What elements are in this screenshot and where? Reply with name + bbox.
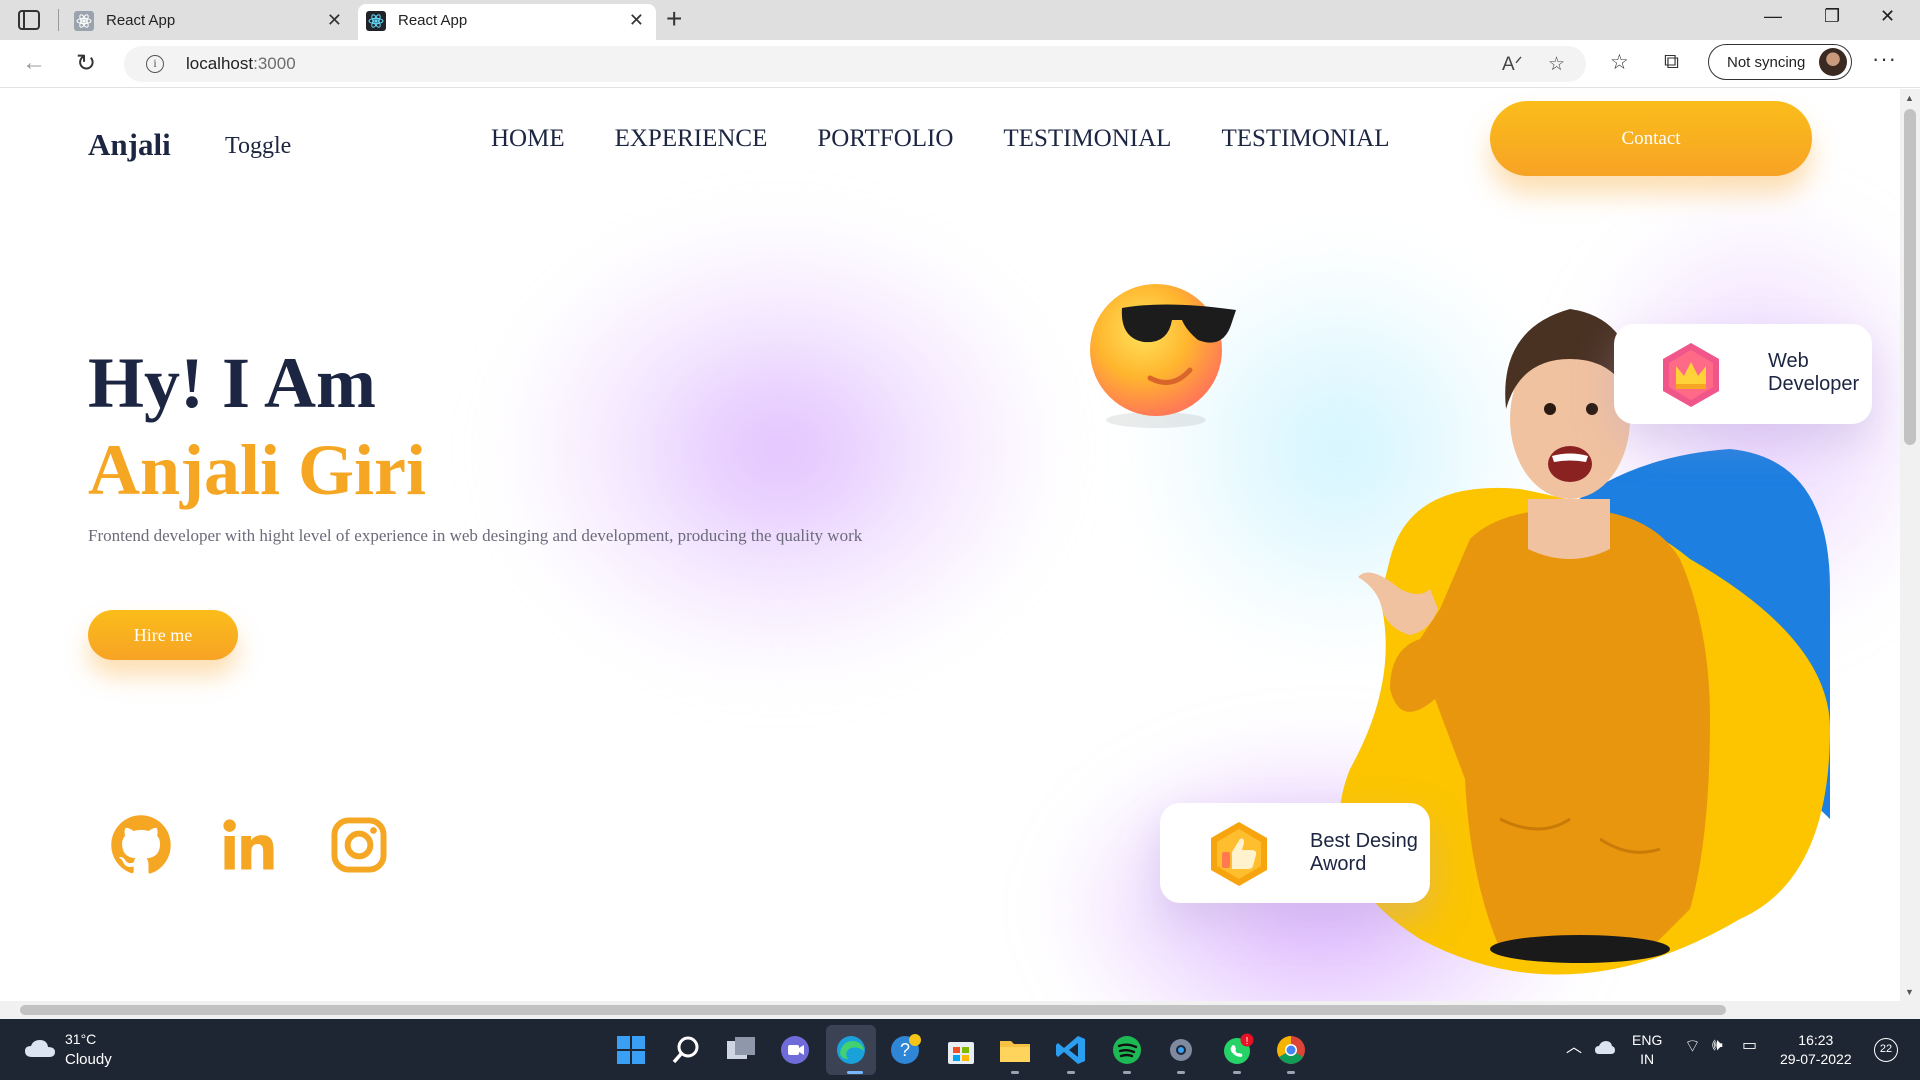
minimize-icon[interactable]: — bbox=[1764, 6, 1782, 27]
badge-subtitle: Developer bbox=[1768, 373, 1860, 395]
search-icon[interactable] bbox=[670, 1033, 704, 1067]
file-explorer-icon[interactable] bbox=[998, 1033, 1032, 1067]
tab-title: React App bbox=[398, 12, 468, 29]
running-indicator bbox=[1067, 1071, 1075, 1074]
onedrive-cloud-icon[interactable] bbox=[1594, 1039, 1616, 1057]
more-options-icon[interactable]: ··· bbox=[1872, 46, 1897, 72]
whatsapp-icon[interactable]: ! bbox=[1220, 1033, 1254, 1067]
tab-actions-icon[interactable] bbox=[18, 10, 40, 30]
page-viewport: Anjali Toggle HOME EXPERIENCE PORTFOLIO … bbox=[0, 89, 1900, 1001]
browser-tab-bar: React App ✕ React App ✕ + — ❐ ✕ bbox=[0, 0, 1920, 40]
vertical-scrollbar[interactable]: ▲ ▼ bbox=[1900, 89, 1920, 1001]
nav-testimonial[interactable]: TESTIMONIAL bbox=[1221, 125, 1389, 153]
award-badge: Best Desing Aword bbox=[1160, 803, 1430, 903]
browser-tab[interactable]: React App ✕ bbox=[66, 4, 354, 40]
spotify-icon[interactable] bbox=[1110, 1033, 1144, 1067]
os-taskbar: 31°C Cloudy ? ! ︿ ENG IN ⌔ 🕪 ▭ 16:23 29-… bbox=[0, 1019, 1920, 1080]
hire-me-button[interactable]: Hire me bbox=[88, 610, 238, 660]
react-favicon-icon bbox=[366, 11, 386, 31]
hero-description: Frontend developer with hight level of e… bbox=[88, 526, 863, 545]
web-developer-badge: Web Developer bbox=[1614, 324, 1872, 424]
weather-temperature[interactable]: 31°C bbox=[65, 1031, 96, 1047]
settings-gear-icon[interactable] bbox=[1164, 1033, 1198, 1067]
running-indicator bbox=[1123, 1071, 1131, 1074]
add-favorite-icon[interactable]: ☆ bbox=[1548, 53, 1565, 76]
cloud-icon[interactable] bbox=[24, 1038, 56, 1058]
site-logo[interactable]: Anjali bbox=[88, 127, 171, 163]
browser-tab-active[interactable]: React App ✕ bbox=[358, 4, 656, 40]
chrome-icon[interactable] bbox=[1274, 1033, 1308, 1067]
running-indicator bbox=[1177, 1071, 1185, 1074]
new-tab-icon[interactable]: + bbox=[666, 4, 682, 34]
restore-icon[interactable]: ❐ bbox=[1824, 6, 1840, 27]
sunglasses-emoji-icon bbox=[1086, 270, 1246, 430]
start-menu-icon[interactable] bbox=[614, 1033, 648, 1067]
scroll-up-icon[interactable]: ▲ bbox=[1905, 93, 1914, 103]
badge-title: Web bbox=[1768, 350, 1809, 372]
github-icon[interactable] bbox=[110, 814, 172, 876]
horizontal-scrollbar[interactable] bbox=[0, 1001, 1920, 1019]
nav-home[interactable]: HOME bbox=[491, 125, 565, 153]
browser-toolbar: ← ↻ i localhost:3000 Aᐟ ☆ ☆ ⧉ Not syncin… bbox=[0, 40, 1920, 88]
hero-name: Anjali Giri bbox=[88, 430, 426, 510]
background-blur bbox=[500, 219, 1060, 679]
badge-title: Best Desing bbox=[1310, 830, 1418, 852]
svg-text:!: ! bbox=[1246, 1036, 1249, 1047]
theme-toggle[interactable]: Toggle bbox=[225, 133, 291, 160]
task-view-icon[interactable] bbox=[724, 1033, 758, 1067]
favorites-icon[interactable]: ☆ bbox=[1610, 50, 1629, 75]
running-indicator bbox=[847, 1071, 863, 1074]
instagram-icon[interactable] bbox=[328, 814, 390, 876]
running-indicator bbox=[1011, 1071, 1019, 1074]
svg-text:?: ? bbox=[900, 1040, 910, 1060]
teams-chat-icon[interactable] bbox=[778, 1033, 812, 1067]
site-nav: HOME EXPERIENCE PORTFOLIO TESTIMONIAL TE… bbox=[491, 125, 1389, 153]
vscode-icon[interactable] bbox=[1054, 1033, 1088, 1067]
sync-label: Not syncing bbox=[1727, 54, 1806, 71]
get-help-icon[interactable]: ? bbox=[888, 1033, 922, 1067]
hero-greeting: Hy! I Am bbox=[88, 343, 376, 423]
language-indicator[interactable]: ENG IN bbox=[1632, 1031, 1662, 1069]
thumbs-up-icon bbox=[1204, 819, 1274, 889]
running-indicator bbox=[1233, 1071, 1241, 1074]
clock[interactable]: 16:23 29-07-2022 bbox=[1780, 1031, 1852, 1069]
badge-subtitle: Aword bbox=[1310, 853, 1367, 875]
edge-browser-icon[interactable] bbox=[834, 1033, 868, 1067]
back-arrow-icon[interactable]: ← bbox=[22, 49, 46, 77]
address-bar[interactable]: i localhost:3000 Aᐟ ☆ bbox=[124, 46, 1586, 82]
react-favicon-icon bbox=[74, 11, 94, 31]
close-icon[interactable]: ✕ bbox=[629, 10, 644, 31]
crown-icon bbox=[1656, 340, 1726, 410]
scrollbar-thumb[interactable] bbox=[1904, 109, 1916, 445]
nav-portfolio[interactable]: PORTFOLIO bbox=[817, 125, 953, 153]
avatar bbox=[1819, 48, 1847, 76]
scroll-down-icon[interactable]: ▼ bbox=[1905, 987, 1914, 997]
tab-title: React App bbox=[106, 12, 176, 29]
microsoft-store-icon[interactable] bbox=[944, 1033, 978, 1067]
window-close-icon[interactable]: ✕ bbox=[1880, 6, 1895, 27]
notification-count-badge[interactable]: 22 bbox=[1874, 1038, 1898, 1062]
site-info-icon[interactable]: i bbox=[146, 55, 164, 73]
wifi-icon[interactable]: ⌔ bbox=[1684, 1035, 1701, 1058]
chevron-up-icon[interactable]: ︿ bbox=[1566, 1033, 1582, 1057]
contact-button[interactable]: Contact bbox=[1490, 101, 1812, 176]
weather-condition[interactable]: Cloudy bbox=[65, 1051, 112, 1068]
read-aloud-icon[interactable]: Aᐟ bbox=[1502, 53, 1523, 76]
url-text[interactable]: localhost:3000 bbox=[186, 54, 296, 74]
linkedin-icon[interactable] bbox=[218, 814, 280, 876]
nav-testimonial[interactable]: TESTIMONIAL bbox=[1003, 125, 1171, 153]
reload-icon[interactable]: ↻ bbox=[76, 49, 96, 78]
collections-icon[interactable]: ⧉ bbox=[1664, 50, 1679, 74]
running-indicator bbox=[1287, 1071, 1295, 1074]
tab-separator bbox=[58, 9, 59, 31]
nav-experience[interactable]: EXPERIENCE bbox=[615, 125, 768, 153]
volume-icon[interactable]: 🕪 bbox=[1712, 1035, 1723, 1055]
close-icon[interactable]: ✕ bbox=[327, 10, 342, 31]
battery-icon[interactable]: ▭ bbox=[1742, 1035, 1757, 1055]
profile-sync-button[interactable]: Not syncing bbox=[1708, 44, 1852, 80]
scrollbar-thumb[interactable] bbox=[20, 1005, 1726, 1015]
